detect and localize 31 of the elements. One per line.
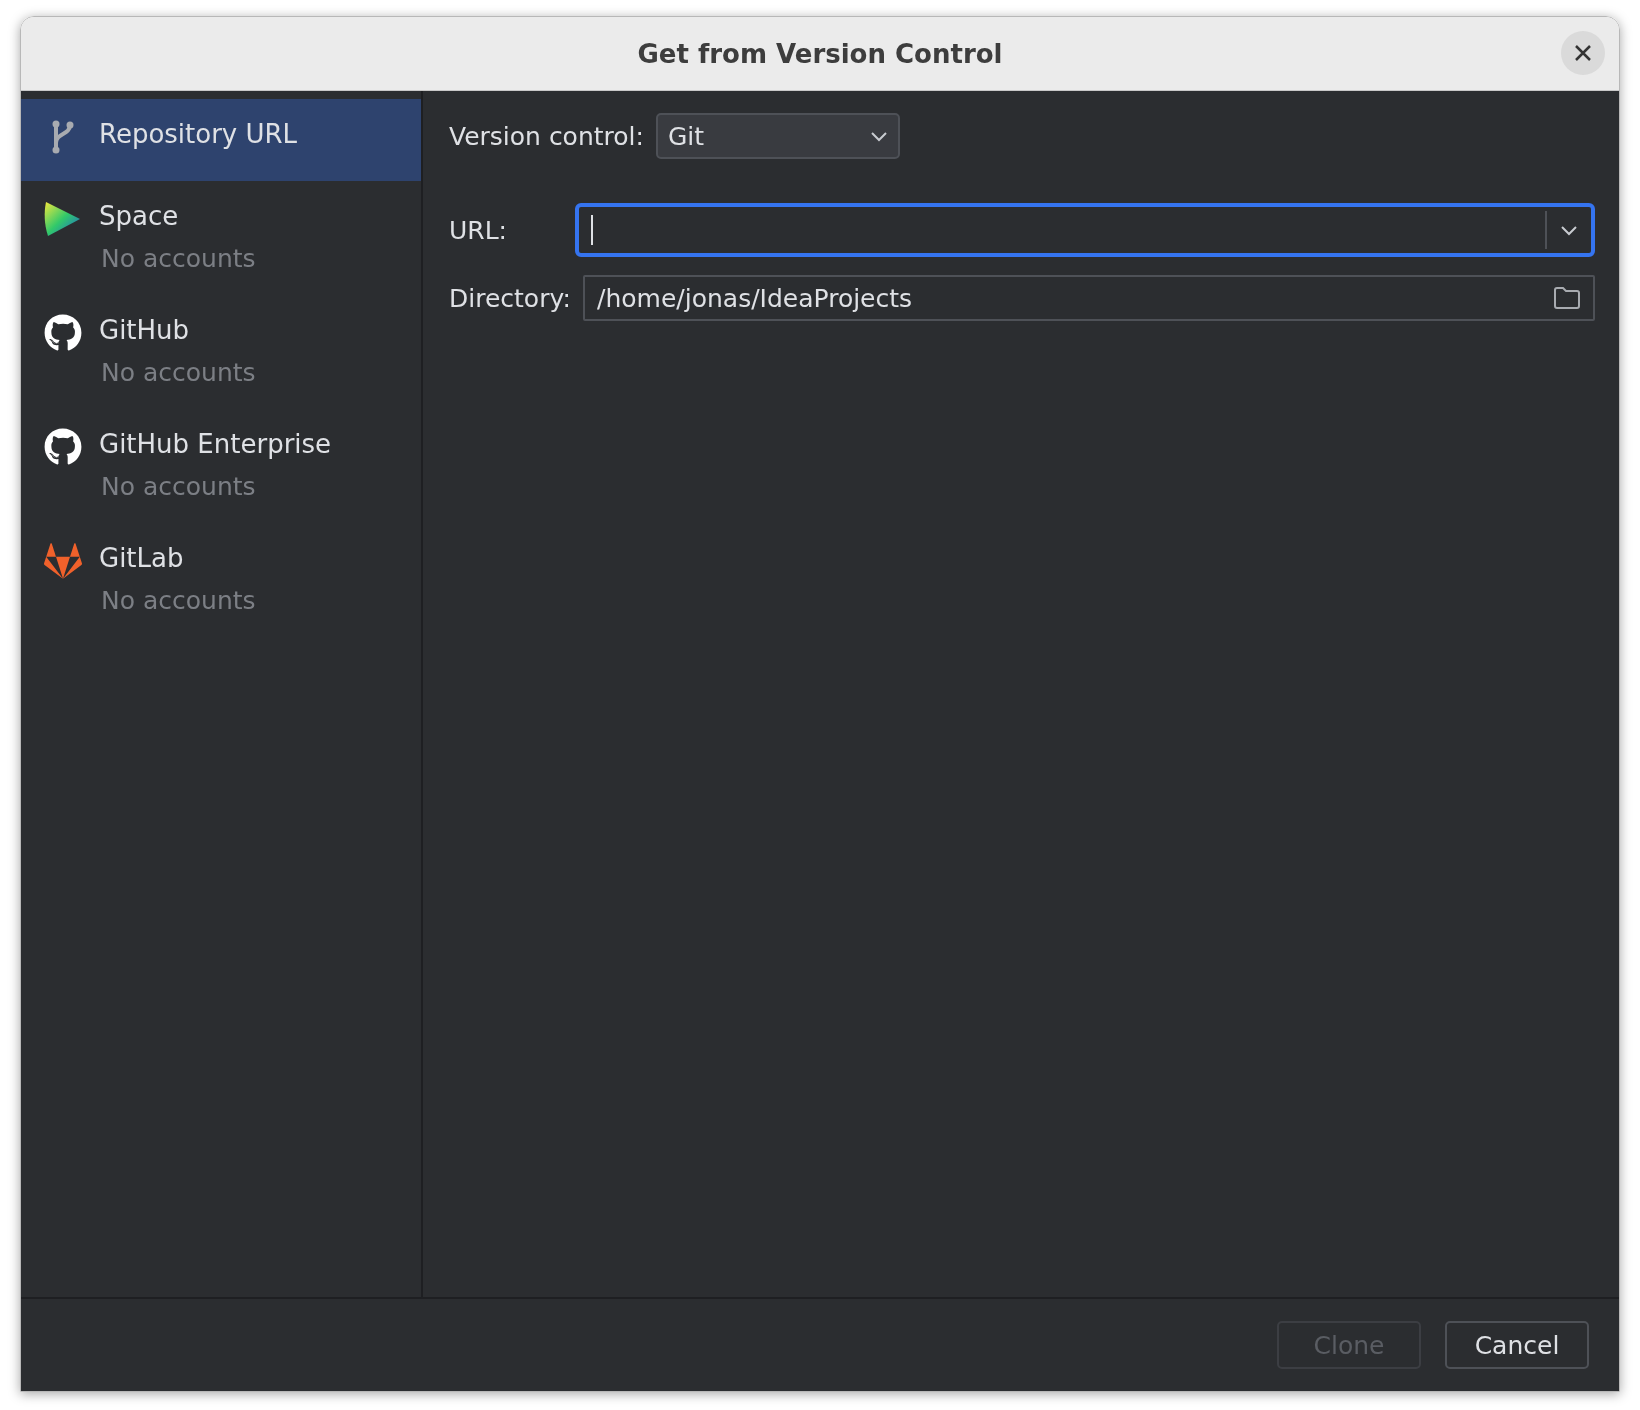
close-icon xyxy=(1573,43,1593,63)
window-title: Get from Version Control xyxy=(637,38,1003,69)
sidebar-item[interactable]: Space No accounts xyxy=(21,181,421,295)
fox-logo-icon xyxy=(44,542,82,580)
url-field[interactable] xyxy=(575,203,1595,257)
triangle-logo-icon xyxy=(44,200,82,238)
item-title: Repository URL xyxy=(99,118,298,151)
cat-logo-icon xyxy=(44,428,82,466)
field-label: URL: xyxy=(449,215,509,245)
item-subtitle: No accounts xyxy=(101,471,257,503)
field-label: Directory: xyxy=(449,283,569,313)
chevron-down-icon xyxy=(1560,224,1578,236)
item-subtitle: No accounts xyxy=(101,243,256,275)
item-title: GitLab xyxy=(99,542,185,575)
chevron-down-icon xyxy=(869,130,888,142)
item-title: Space xyxy=(99,200,180,233)
version-control-dropdown[interactable]: Git xyxy=(655,113,900,159)
close-button[interactable] xyxy=(1561,31,1605,75)
item-subtitle: No accounts xyxy=(101,585,256,617)
folder-icon[interactable] xyxy=(1553,286,1581,310)
dialog-button[interactable]: Cancel xyxy=(1445,1321,1589,1369)
sidebar-item[interactable]: GitHub No accounts xyxy=(21,295,421,409)
sidebar-item[interactable]: GitHub Enterprise No accounts xyxy=(21,409,421,523)
item-subtitle: No accounts xyxy=(101,357,256,389)
directory-field[interactable]: /home/jonas/IdeaProjects xyxy=(583,275,1595,321)
cat-logo-icon xyxy=(44,314,82,352)
sidebar-item[interactable]: Repository URL xyxy=(21,99,421,181)
item-title: GitHub Enterprise xyxy=(99,428,332,461)
sidebar-item[interactable]: GitLab No accounts xyxy=(21,523,421,637)
field-label: Version control: xyxy=(449,121,644,151)
item-title: GitHub xyxy=(99,314,191,347)
